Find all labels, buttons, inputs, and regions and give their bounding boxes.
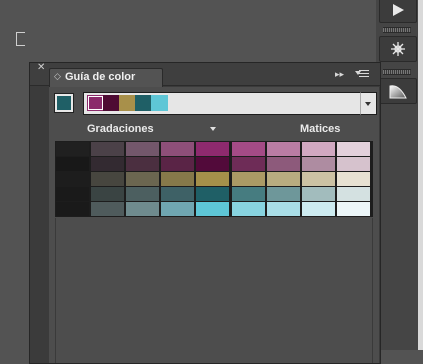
harmony-swatch[interactable] (103, 95, 120, 111)
harmony-swatch[interactable] (151, 95, 168, 111)
grid-swatch[interactable] (266, 202, 300, 216)
grid-swatch[interactable] (91, 187, 125, 201)
base-color-swatch[interactable] (54, 93, 74, 113)
grid-swatch[interactable] (301, 202, 335, 216)
grid-swatch[interactable] (161, 202, 195, 216)
grid-swatch[interactable] (231, 157, 265, 171)
grid-swatch[interactable] (91, 172, 125, 186)
gradient-button[interactable] (379, 78, 417, 104)
grid-swatch[interactable] (301, 187, 335, 201)
grid-swatch[interactable] (301, 172, 335, 186)
grid-swatch[interactable] (196, 172, 230, 186)
grid-swatch[interactable] (231, 142, 265, 156)
tab-color-guide[interactable]: ◇ Guía de color (49, 68, 163, 88)
grid-swatch[interactable] (336, 187, 370, 201)
grid-swatch[interactable] (91, 157, 125, 171)
gradient-icon (389, 85, 407, 99)
harmony-rules-field[interactable] (83, 92, 363, 115)
grid-swatch[interactable] (126, 187, 160, 201)
close-icon[interactable]: ✕ (37, 63, 49, 73)
grid-swatch[interactable] (161, 142, 195, 156)
grid-swatch[interactable] (231, 172, 265, 186)
grid-swatch[interactable] (336, 172, 370, 186)
grid-swatch[interactable] (266, 142, 300, 156)
grid-swatch[interactable] (56, 202, 89, 216)
collapse-icon[interactable]: ▸▸ (335, 69, 344, 80)
grid-swatch[interactable] (126, 142, 160, 156)
tab-label: Guía de color (65, 71, 136, 83)
panel-menu-icon[interactable] (355, 69, 369, 79)
tool-strip-edge (418, 0, 423, 350)
variations-dropdown-icon[interactable] (210, 127, 216, 131)
grid-swatch[interactable] (301, 157, 335, 171)
tool-grip[interactable] (383, 27, 411, 33)
play-button[interactable] (379, 0, 417, 23)
gear-button[interactable] (379, 36, 417, 62)
grid-swatch[interactable] (196, 187, 230, 201)
grid-swatch[interactable] (126, 157, 160, 171)
grid-swatch[interactable] (231, 202, 265, 216)
tool-strip (376, 0, 423, 350)
panel-body: Gradaciones Matices (49, 87, 379, 363)
grid-swatch[interactable] (231, 187, 265, 201)
grid-empty-area (55, 218, 373, 363)
background-panel-fragment (16, 32, 25, 46)
grid-swatch[interactable] (336, 142, 370, 156)
grid-swatch[interactable] (56, 157, 89, 171)
gear-icon (391, 42, 405, 56)
variations-label: Gradaciones (87, 123, 154, 135)
grid-swatch[interactable] (56, 142, 89, 156)
harmony-swatch[interactable] (119, 95, 136, 111)
grid-swatch[interactable] (336, 157, 370, 171)
grid-swatch[interactable] (91, 142, 125, 156)
grid-swatch[interactable] (301, 142, 335, 156)
grid-swatch[interactable] (126, 172, 160, 186)
play-icon (392, 4, 404, 16)
grid-swatch[interactable] (196, 142, 230, 156)
grid-swatch[interactable] (196, 202, 230, 216)
grid-swatch[interactable] (266, 157, 300, 171)
grid-swatch[interactable] (161, 187, 195, 201)
grid-swatch[interactable] (56, 187, 89, 201)
grid-swatch[interactable] (161, 172, 195, 186)
tab-arrows-icon: ◇ (54, 71, 61, 81)
grid-swatch[interactable] (336, 202, 370, 216)
panel-titlebar[interactable]: ✕ ◇ Guía de color ▸▸ (30, 63, 380, 88)
shades-label: Matices (300, 123, 341, 135)
color-guide-panel: ✕ ◇ Guía de color ▸▸ Gradaciones Matices (29, 62, 381, 364)
grid-swatch[interactable] (161, 157, 195, 171)
grid-swatch[interactable] (266, 187, 300, 201)
harmony-dropdown[interactable] (360, 92, 377, 115)
grid-swatch[interactable] (126, 202, 160, 216)
grid-swatch[interactable] (91, 202, 125, 216)
grid-swatch[interactable] (56, 172, 89, 186)
harmony-swatch[interactable] (87, 95, 104, 111)
grid-swatch[interactable] (196, 157, 230, 171)
chevron-down-icon (365, 102, 371, 106)
tool-grip[interactable] (383, 69, 411, 75)
grid-swatch[interactable] (266, 172, 300, 186)
color-variation-grid (55, 141, 373, 217)
harmony-swatch[interactable] (135, 95, 152, 111)
